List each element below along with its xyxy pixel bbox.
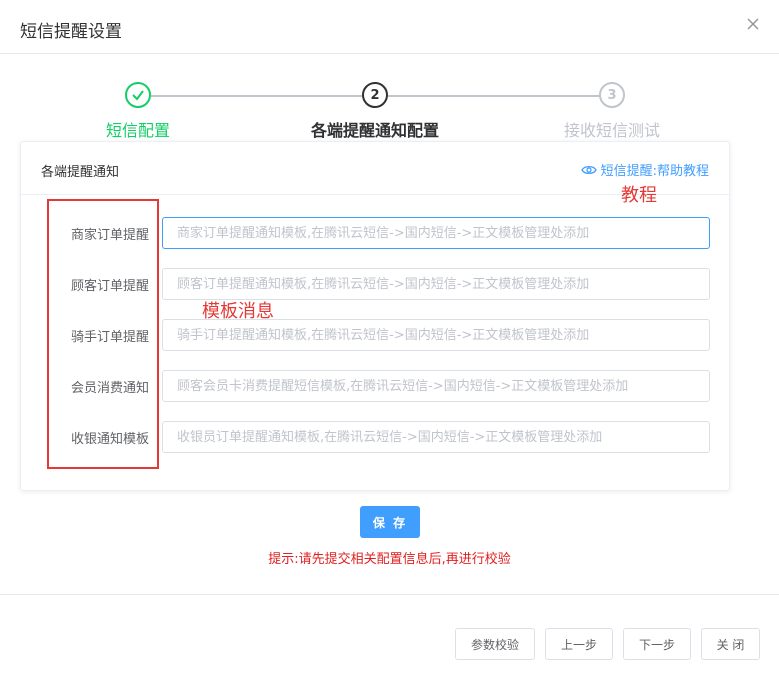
dialog-footer: 参数校验 上一步 下一步 关 闭 <box>0 594 779 681</box>
card-title: 各端提醒通知 <box>41 165 120 180</box>
close-button[interactable]: 关 闭 <box>701 628 760 660</box>
step-3-circle: 3 <box>599 82 625 108</box>
save-button[interactable]: 保 存 <box>360 506 420 538</box>
cashier-notification-template-input[interactable] <box>162 421 710 453</box>
member-consumption-template-input[interactable] <box>162 370 710 402</box>
check-icon <box>132 90 144 101</box>
dialog-title: 短信提醒设置 <box>20 22 122 42</box>
step-3-number: 3 <box>607 87 617 103</box>
steps: 2 3 短信配置 各端提醒通知配置 接收短信测试 <box>0 82 779 142</box>
customer-order-template-input[interactable] <box>162 268 710 300</box>
close-icon[interactable] <box>744 15 762 33</box>
step-line-1 <box>151 95 363 97</box>
eye-icon <box>580 165 597 174</box>
step-2-number: 2 <box>370 87 380 103</box>
template-message-annotation: 模板消息 <box>202 301 274 322</box>
dialog-header: 短信提醒设置 <box>0 0 779 54</box>
step-line-2 <box>388 95 600 97</box>
step-1-label: 短信配置 <box>105 121 171 140</box>
verify-params-button[interactable]: 参数校验 <box>455 628 535 660</box>
step-1-circle <box>125 82 151 108</box>
help-link[interactable]: 短信提醒:帮助教程 <box>580 160 709 179</box>
step-2-label: 各端提醒通知配置 <box>310 121 440 140</box>
tutorial-annotation: 教程 <box>621 185 657 206</box>
hint-text: 提示:请先提交相关配置信息后,再进行校验 <box>268 552 511 567</box>
step-2-circle: 2 <box>362 82 388 108</box>
help-link-label: 短信提醒:帮助教程 <box>600 164 709 179</box>
rider-order-template-input[interactable] <box>162 319 710 351</box>
prev-step-button[interactable]: 上一步 <box>545 628 613 660</box>
merchant-order-template-input[interactable] <box>162 217 710 249</box>
next-step-button[interactable]: 下一步 <box>623 628 691 660</box>
labels-highlight-box <box>47 199 159 469</box>
step-3-label: 接收短信测试 <box>563 121 661 140</box>
